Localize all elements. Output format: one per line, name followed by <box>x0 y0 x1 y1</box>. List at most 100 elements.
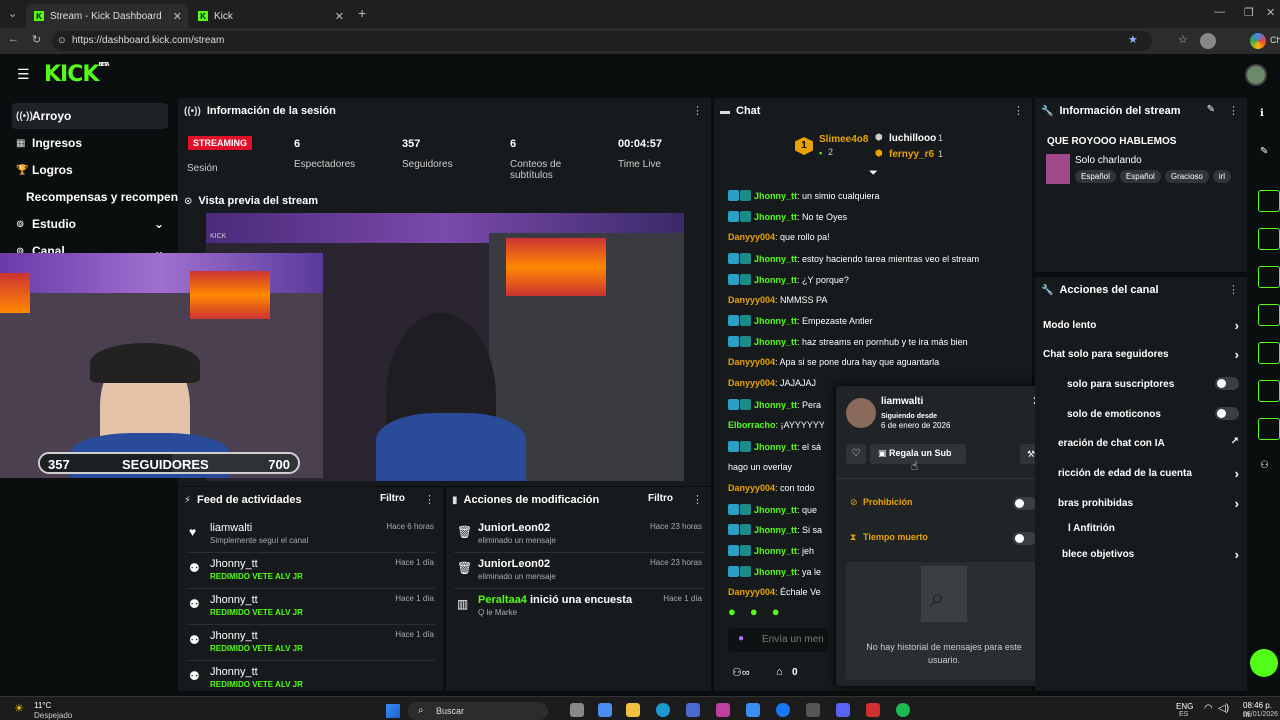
channel-action-row[interactable]: l Anfitrión <box>1068 523 1243 534</box>
spotify-icon[interactable] <box>896 703 910 717</box>
maximize-icon[interactable]: ❐ <box>1244 6 1254 19</box>
info-icon[interactable]: ℹ <box>1260 108 1264 119</box>
back-icon[interactable]: ← <box>8 33 19 45</box>
fab-button[interactable] <box>1250 649 1278 677</box>
store-icon[interactable] <box>686 703 700 717</box>
kebab-menu-icon[interactable]: ⋮ <box>1228 104 1239 117</box>
chat-username[interactable]: Danyyy004 <box>728 587 775 597</box>
ban-toggle[interactable] <box>1013 497 1037 510</box>
rail-button[interactable] <box>1258 266 1280 288</box>
tab-list-icon[interactable]: ⌄ <box>8 7 17 20</box>
wifi-icon[interactable]: ◠ <box>1204 703 1213 714</box>
discord-icon[interactable] <box>836 703 850 717</box>
chat-message[interactable]: Jhonny_tt: jeh <box>728 545 824 557</box>
chat-username[interactable]: Jhonny_tt <box>754 567 797 577</box>
filter-button[interactable]: Filtro <box>380 493 405 504</box>
chat-message[interactable]: Jhonny_tt: estoy haciendo tarea mientras… <box>728 252 1024 264</box>
chat-username[interactable]: Jhonny_tt <box>754 442 797 452</box>
rail-button[interactable] <box>1258 418 1280 440</box>
chat-username[interactable]: Jhonny_tt <box>754 505 797 515</box>
site-info-icon[interactable]: ⊙ <box>58 35 66 46</box>
chat-username[interactable]: Jhonny_tt <box>754 337 797 347</box>
rail-button[interactable] <box>1258 304 1280 326</box>
toggle-switch[interactable] <box>1215 377 1239 390</box>
volume-icon[interactable]: ◁) <box>1218 703 1229 714</box>
tab-kick[interactable]: K Kick ✕ <box>190 4 350 28</box>
minimize-icon[interactable]: — <box>1214 6 1225 18</box>
chat-username[interactable]: Elborracho <box>728 420 776 430</box>
channel-action-row[interactable]: ricción de edad de la cuenta › <box>1058 466 1243 481</box>
chat-username[interactable]: Jhonny_tt <box>754 546 797 556</box>
channel-action-row[interactable]: Modo lento › <box>1043 318 1243 333</box>
chat-message[interactable]: Jhonny_tt: ya le <box>728 566 824 578</box>
chat-username[interactable]: Jhonny_tt <box>754 316 797 326</box>
filter-button[interactable]: Filtro <box>648 493 673 504</box>
language-indicator[interactable]: ENG <box>1176 702 1193 711</box>
channel-action-row[interactable]: Chat solo para seguidores › <box>1043 347 1243 362</box>
sidebar-item-recompensas[interactable]: Recompensas y recompensas <box>12 184 182 210</box>
collapse-pinned-icon[interactable]: ⏷ <box>869 167 878 180</box>
close-tab-icon[interactable]: ✕ <box>173 10 182 23</box>
chat-message[interactable]: Jhonny_tt: un simio cualquiera <box>728 190 1024 201</box>
chat-message[interactable]: Jhonny_tt: haz streams en pornhub y te i… <box>728 336 1024 348</box>
channel-action-row[interactable]: solo de emoticonos <box>1067 407 1243 420</box>
chat-message[interactable]: Elborracho: ¡AYYYYYY <box>728 420 824 430</box>
people-icon[interactable]: ⚇ <box>1260 460 1269 471</box>
edge-icon[interactable] <box>656 703 670 717</box>
chat-username[interactable]: Danyyy004 <box>728 295 775 305</box>
toggle-switch[interactable] <box>1215 407 1239 420</box>
rail-button[interactable] <box>1258 228 1280 250</box>
chat-message[interactable]: Danyyy004: con todo <box>728 483 824 493</box>
chat-message[interactable]: Jhonny_tt: No te Oyes <box>728 210 1024 222</box>
rail-button[interactable] <box>1258 190 1280 212</box>
taskbar-search[interactable]: ⌕ Buscar <box>408 702 548 720</box>
chat-message[interactable]: Danyyy004: Échale Ve <box>728 587 824 597</box>
tab-stream-dashboard[interactable]: K Stream - Kick Dashboard ✕ <box>26 4 188 28</box>
user-avatar[interactable] <box>1245 64 1267 86</box>
channel-action-row[interactable]: solo para suscriptores <box>1067 377 1243 390</box>
close-tab-icon[interactable]: ✕ <box>335 10 344 23</box>
chat-message[interactable]: Jhonny_tt: ¿Y porque? <box>728 273 1024 285</box>
profile-avatar[interactable] <box>1200 33 1216 49</box>
store-icon[interactable]: ⌂ <box>776 666 783 678</box>
url-field[interactable]: ⊙ https://dashboard.kick.com/stream <box>52 31 1152 51</box>
rail-button[interactable] <box>1258 342 1280 364</box>
kebab-menu-icon[interactable]: ⋮ <box>1228 283 1239 296</box>
popup-username[interactable]: liamwalti <box>881 396 923 407</box>
facebook-icon[interactable] <box>776 703 790 717</box>
chat-message[interactable]: Danyyy004: que rollo pa! <box>728 232 1024 242</box>
kebab-menu-icon[interactable]: ⋮ <box>1013 104 1024 117</box>
channel-action-row[interactable]: bras prohibidas › <box>1058 496 1243 511</box>
channel-action-row[interactable]: eración de chat con IA ↗ <box>1058 436 1243 449</box>
reload-icon[interactable]: ↻ <box>32 33 41 46</box>
copilot-icon[interactable] <box>1250 33 1266 49</box>
chat-message[interactable]: Danyyy004: NMMSS PA <box>728 295 1024 305</box>
kebab-menu-icon[interactable]: ⋮ <box>424 493 435 506</box>
sidebar-item-ingresos[interactable]: ▦ Ingresos <box>12 130 168 156</box>
chat-message[interactable]: Jhonny_tt: Pera <box>728 399 824 410</box>
top-gifter-name[interactable]: Slimee4o8 <box>819 134 868 145</box>
chat-message[interactable]: Danyyy004: Apa si se pone dura hay que a… <box>728 357 1024 367</box>
sidebar-item-arroyo[interactable]: ((•)) Arroyo <box>12 103 168 129</box>
chat-username[interactable]: Danyyy004 <box>728 378 775 388</box>
favorites-icon[interactable]: ☆ <box>1178 33 1188 46</box>
mod-action-row[interactable]: ▥ Peraltaa4 inició una encuesta Q le Marke… <box>454 594 704 630</box>
top-gifter-name[interactable]: luchillooo <box>889 133 936 144</box>
task-view-icon[interactable] <box>570 703 584 717</box>
chat-username[interactable]: Danyyy004 <box>728 357 775 367</box>
chat-message[interactable]: Jhonny_tt: el sá <box>728 440 824 452</box>
chat-message[interactable]: hago un overlay <box>728 462 824 472</box>
file-explorer-icon[interactable] <box>626 703 640 717</box>
rail-button[interactable] <box>1258 380 1280 402</box>
instagram-icon[interactable] <box>716 703 730 717</box>
chat-username[interactable]: Jhonny_tt <box>754 400 797 410</box>
heart-icon[interactable]: ♡ <box>846 444 866 464</box>
app-icon[interactable] <box>806 703 820 717</box>
mail-icon[interactable] <box>746 703 760 717</box>
bookmark-star-icon[interactable]: ★ <box>1128 33 1138 46</box>
edit-icon[interactable]: ✎ <box>1207 104 1215 115</box>
app-icon[interactable] <box>866 703 880 717</box>
timeout-toggle[interactable] <box>1013 532 1037 545</box>
edit-icon[interactable]: ✎ <box>1260 146 1268 157</box>
hamburger-menu-icon[interactable]: ☰ <box>17 66 30 83</box>
